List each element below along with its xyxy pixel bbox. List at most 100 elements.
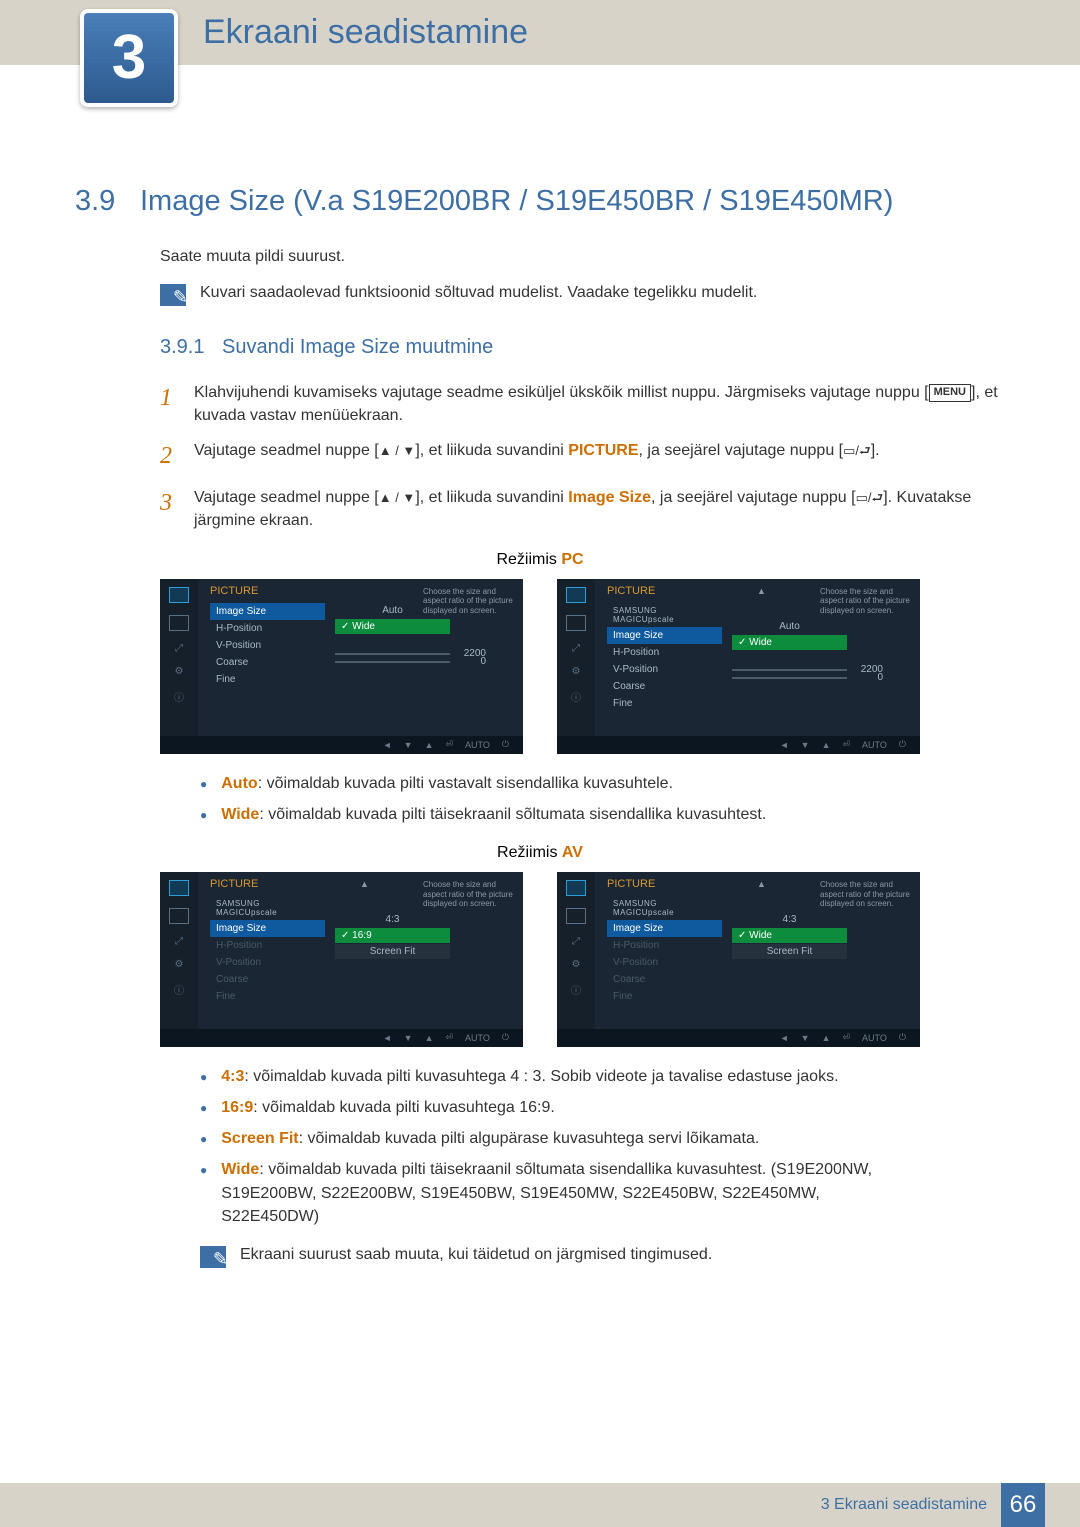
tab-icon	[169, 908, 189, 924]
picture-tab-icon	[566, 880, 586, 896]
bullet-text: : võimaldab kuvada pilti kuvasuhtega 4 :…	[244, 1068, 838, 1085]
bullets-pc: ● Auto: võimaldab kuvada pilti vastavalt…	[200, 772, 920, 826]
mode-label-av: Režiimis AV	[60, 844, 1020, 862]
mode-pc: PC	[561, 551, 583, 568]
osd-sidebar: ⤢ ⚙ ⓘ	[557, 579, 595, 736]
power-icon: ⏻	[899, 1032, 906, 1043]
bullet-item: ● Auto: võimaldab kuvada pilti vastavalt…	[200, 772, 920, 795]
step-text: ].	[871, 442, 880, 459]
osd-footer: ◄ ▼ ▲ ⏎ AUTO ⏻	[160, 736, 523, 754]
steps-list: 1 Klahvijuhendi kuvamiseks vajutage sead…	[160, 381, 1020, 533]
step-text: Vajutage seadmel nuppe [	[194, 489, 379, 506]
osd-help-text: Choose the size and aspect ratio of the …	[423, 880, 517, 909]
osd-val-wide-selected: Wide	[335, 619, 450, 634]
note-text: Ekraani suurust saab muuta, kui täidetud…	[240, 1246, 712, 1264]
coarse-slider	[335, 653, 450, 655]
osd-item: Fine	[210, 671, 325, 688]
subsection-title: Suvandi Image Size muutmine	[222, 336, 493, 358]
up-down-icon: ▲ / ▼	[379, 442, 416, 461]
osd-item: Coarse	[607, 678, 722, 695]
osd-item-magic-upscale: SAMSUNG MAGICUpscale	[607, 896, 722, 920]
nav-up-icon: ▲	[425, 740, 434, 750]
osd-item-dim: Coarse	[210, 971, 325, 988]
bullet-text: : võimaldab kuvada pilti kuvasuhtega 16:…	[253, 1099, 555, 1116]
up-arrow-icon: ▲	[757, 879, 766, 889]
section-title: Image Size (V.a S19E200BR / S19E450BR / …	[140, 185, 893, 217]
nav-left-icon: ◄	[383, 740, 392, 750]
osd-val-43: 4:3	[732, 912, 847, 927]
note-block: Ekraani suurust saab muuta, kui täidetud…	[200, 1246, 1020, 1268]
bullet-item: ● Wide: võimaldab kuvada pilti täisekraa…	[200, 803, 920, 826]
nav-left-icon: ◄	[780, 1033, 789, 1043]
bullet-dot-icon: ●	[200, 1127, 207, 1150]
document-page: 3 Ekraani seadistamine 3.9 Image Size (V…	[0, 0, 1080, 1527]
step-text: Vajutage seadmel nuppe [	[194, 442, 379, 459]
bullet-keyword: 16:9	[221, 1099, 253, 1116]
osd-menu-pc-1: ⤢ ⚙ ⓘ PICTURE Image Size H-Position V-Po…	[160, 579, 523, 754]
enter-source-icon: ▭/⮐	[843, 442, 871, 461]
osd-menu-av-1: ⤢ ⚙ ⓘ PICTURE ▲ SAMSUNG MAGICUpscale Ima…	[160, 872, 523, 1047]
osd-item: H-Position	[210, 620, 325, 637]
step-text: ], et liikuda suvandini	[415, 442, 568, 459]
note-icon	[160, 284, 186, 306]
arrows-icon: ⤢	[572, 936, 580, 947]
osd-item: Coarse	[210, 654, 325, 671]
gear-icon: ⚙	[175, 666, 184, 677]
bullet-dot-icon: ●	[200, 772, 207, 795]
osd-val-auto: Auto	[732, 619, 847, 634]
step-text: , ja seejärel vajutage nuppu [	[639, 442, 844, 459]
footer-chapter-label: 3 Ekraani seadistamine	[821, 1496, 987, 1514]
auto-label: AUTO	[862, 740, 887, 750]
arrows-icon: ⤢	[175, 936, 183, 947]
mode-label-pc: Režiimis PC	[60, 551, 1020, 569]
osd-item: Fine	[607, 695, 722, 712]
osd-item-dim: H-Position	[607, 937, 722, 954]
step-body: Vajutage seadmel nuppe [▲ / ▼], et liiku…	[194, 439, 1020, 474]
fine-slider	[732, 677, 847, 679]
step-3: 3 Vajutage seadmel nuppe [▲ / ▼], et lii…	[160, 486, 1020, 532]
osd-title: PICTURE	[210, 878, 258, 890]
tab-icon	[566, 615, 586, 631]
power-icon: ⏻	[502, 1032, 509, 1043]
auto-label: AUTO	[862, 1033, 887, 1043]
bullet-dot-icon: ●	[200, 1158, 207, 1228]
keyword-picture: PICTURE	[568, 442, 638, 459]
osd-item-list: SAMSUNG MAGICUpscale Image Size H-Positi…	[607, 896, 722, 1005]
up-down-icon: ▲ / ▼	[379, 489, 416, 508]
osd-item: V-Position	[607, 661, 722, 678]
bullet-text: : võimaldab kuvada pilti vastavalt sisen…	[258, 775, 673, 792]
gear-icon: ⚙	[175, 959, 184, 970]
osd-menu-av-2: ⤢ ⚙ ⓘ PICTURE ▲ SAMSUNG MAGICUpscale Ima…	[557, 872, 920, 1047]
note-block: Kuvari saadaolevad funktsioonid sõltuvad…	[160, 284, 1020, 306]
up-arrow-icon: ▲	[757, 586, 766, 596]
osd-menu-pc-2: ⤢ ⚙ ⓘ PICTURE ▲ SAMSUNG MAGICUpscale Ima…	[557, 579, 920, 754]
bullet-keyword: Wide	[221, 806, 259, 823]
osd-val-screenfit: Screen Fit	[732, 944, 847, 959]
nav-enter-icon: ⏎	[445, 1032, 453, 1043]
osd-item-dim: V-Position	[607, 954, 722, 971]
info-icon: ⓘ	[174, 689, 184, 704]
content-area: 3.9 Image Size (V.a S19E200BR / S19E450B…	[0, 65, 1080, 1268]
osd-footer: ◄ ▼ ▲ ⏎ AUTO ⏻	[557, 736, 920, 754]
bullet-text: : võimaldab kuvada pilti täisekraanil sõ…	[259, 806, 766, 823]
note-text: Kuvari saadaolevad funktsioonid sõltuvad…	[200, 284, 757, 302]
osd-sidebar: ⤢ ⚙ ⓘ	[557, 872, 595, 1029]
osd-val-wide-selected: Wide	[732, 928, 847, 943]
osd-title: PICTURE	[607, 878, 655, 890]
nav-down-icon: ▼	[801, 1033, 810, 1043]
osd-row-av: ⤢ ⚙ ⓘ PICTURE ▲ SAMSUNG MAGICUpscale Ima…	[160, 872, 920, 1047]
osd-item-magic-upscale: SAMSUNG MAGICUpscale	[607, 603, 722, 627]
osd-row-pc: ⤢ ⚙ ⓘ PICTURE Image Size H-Position V-Po…	[160, 579, 920, 754]
step-1: 1 Klahvijuhendi kuvamiseks vajutage sead…	[160, 381, 1020, 427]
osd-item-dim: Fine	[210, 988, 325, 1005]
osd-values: 4:3 Wide Screen Fit	[732, 912, 847, 960]
osd-item-dim: Fine	[607, 988, 722, 1005]
osd-item-dim: H-Position	[210, 937, 325, 954]
nav-enter-icon: ⏎	[445, 739, 453, 750]
step-text: ], et liikuda suvandini	[415, 489, 568, 506]
osd-item-dim: Coarse	[607, 971, 722, 988]
nav-down-icon: ▼	[801, 740, 810, 750]
bullet-keyword: Auto	[221, 775, 257, 792]
chapter-number-badge: 3	[80, 9, 178, 107]
up-arrow-icon: ▲	[360, 879, 369, 889]
